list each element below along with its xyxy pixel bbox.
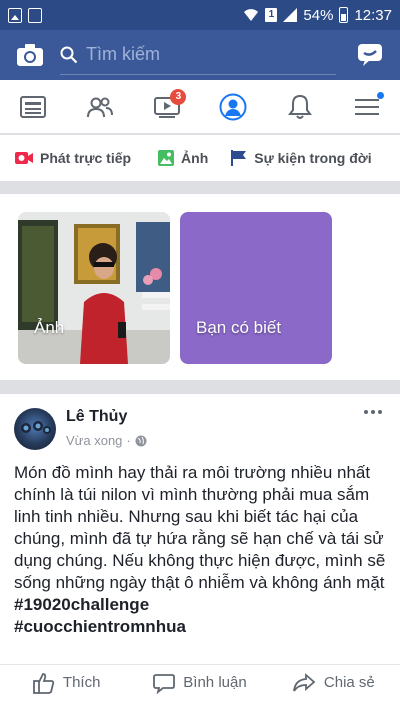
did-you-know-card[interactable]: Bạn có biết: [180, 212, 332, 364]
post-actions: Thích Bình luận Chia sẻ: [0, 664, 400, 700]
more-dot: [378, 410, 382, 414]
profile-icon: [219, 93, 247, 120]
like-button[interactable]: Thích: [0, 672, 133, 694]
tab-menu[interactable]: [333, 80, 400, 133]
camera-button[interactable]: [10, 35, 50, 75]
tab-bar: 3: [0, 80, 400, 134]
feed-post: Lê Thủy Vừa xong · Món đồ mình hay thải …: [0, 394, 400, 711]
globe-icon: [135, 435, 147, 446]
like-label: Thích: [62, 674, 101, 691]
live-video-icon: [15, 152, 33, 164]
tab-profile[interactable]: [200, 80, 267, 133]
post-time[interactable]: Vừa xong: [66, 433, 122, 448]
more-dot: [364, 410, 368, 414]
screenshot-notification-icon: [28, 7, 42, 23]
tab-friends[interactable]: [67, 80, 134, 133]
news-feed-icon: [20, 95, 47, 118]
friends-icon: [87, 97, 113, 117]
stories-section: Ảnh Bạn có biết: [0, 194, 400, 380]
tab-feed[interactable]: [0, 80, 67, 133]
photo-story-label: Ảnh: [34, 318, 65, 337]
share-label: Chia sẻ: [323, 674, 375, 691]
go-live-button[interactable]: Phát trực tiếp: [14, 150, 131, 166]
comment-icon: [153, 673, 176, 694]
share-icon: [292, 672, 316, 692]
author-avatar[interactable]: [14, 408, 56, 450]
battery-percent: 54%: [303, 6, 334, 24]
did-you-know-label: Bạn có biết: [196, 318, 282, 337]
comment-button[interactable]: Bình luận: [133, 672, 266, 694]
more-dot: [371, 410, 375, 414]
photo-icon: [158, 150, 175, 166]
life-event-button[interactable]: Sự kiện trong đời: [230, 149, 372, 167]
post-body: Món đồ mình hay thải ra môi trường nhiều…: [14, 462, 386, 638]
flag-icon: [231, 150, 247, 166]
photo-label: Ảnh: [181, 150, 209, 166]
messenger-icon: [358, 44, 382, 66]
go-live-label: Phát trực tiếp: [40, 150, 132, 166]
messenger-button[interactable]: [350, 35, 390, 75]
gallery-notification-icon: [8, 7, 22, 23]
share-button[interactable]: Chia sẻ: [267, 672, 400, 693]
hashtag-link[interactable]: #cuocchientromnhua: [14, 617, 186, 636]
thumbs-up-icon: [33, 672, 55, 694]
status-bar: 1 54% 12:37: [0, 0, 400, 30]
search-bar[interactable]: Tìm kiếm: [60, 35, 336, 75]
sim-icon: 1: [265, 8, 278, 22]
post-options-button[interactable]: [364, 410, 382, 414]
camera-icon: [17, 44, 43, 66]
separator-dot: ·: [126, 433, 131, 448]
comment-label: Bình luận: [183, 674, 247, 691]
wifi-icon: [244, 9, 259, 21]
avatar-image: [21, 421, 51, 434]
tab-watch[interactable]: 3: [133, 80, 200, 133]
life-event-label: Sự kiện trong đời: [254, 150, 372, 166]
composer-actions: Phát trực tiếp Ảnh Sự kiện trong đời: [0, 135, 400, 181]
post-author[interactable]: Lê Thủy: [66, 408, 127, 426]
photo-button[interactable]: Ảnh: [157, 149, 208, 167]
photo-story-card[interactable]: Ảnh: [18, 212, 170, 364]
menu-icon: [354, 98, 379, 115]
post-text: Món đồ mình hay thải ra môi trường nhiều…: [14, 463, 386, 592]
post-meta: Vừa xong ·: [66, 433, 147, 448]
tab-notifications[interactable]: [267, 80, 334, 133]
bell-icon: [288, 94, 313, 119]
search-icon: [60, 46, 78, 63]
story-photo: [18, 212, 170, 364]
battery-icon: [339, 7, 349, 23]
menu-notification-dot: [377, 92, 385, 99]
top-header: Tìm kiếm: [0, 30, 400, 80]
clock: 12:37: [354, 6, 392, 24]
hashtag-link[interactable]: #19020challenge: [14, 595, 149, 614]
search-placeholder: Tìm kiếm: [86, 44, 160, 64]
watch-badge: 3: [170, 89, 187, 105]
signal-icon: [283, 8, 298, 22]
